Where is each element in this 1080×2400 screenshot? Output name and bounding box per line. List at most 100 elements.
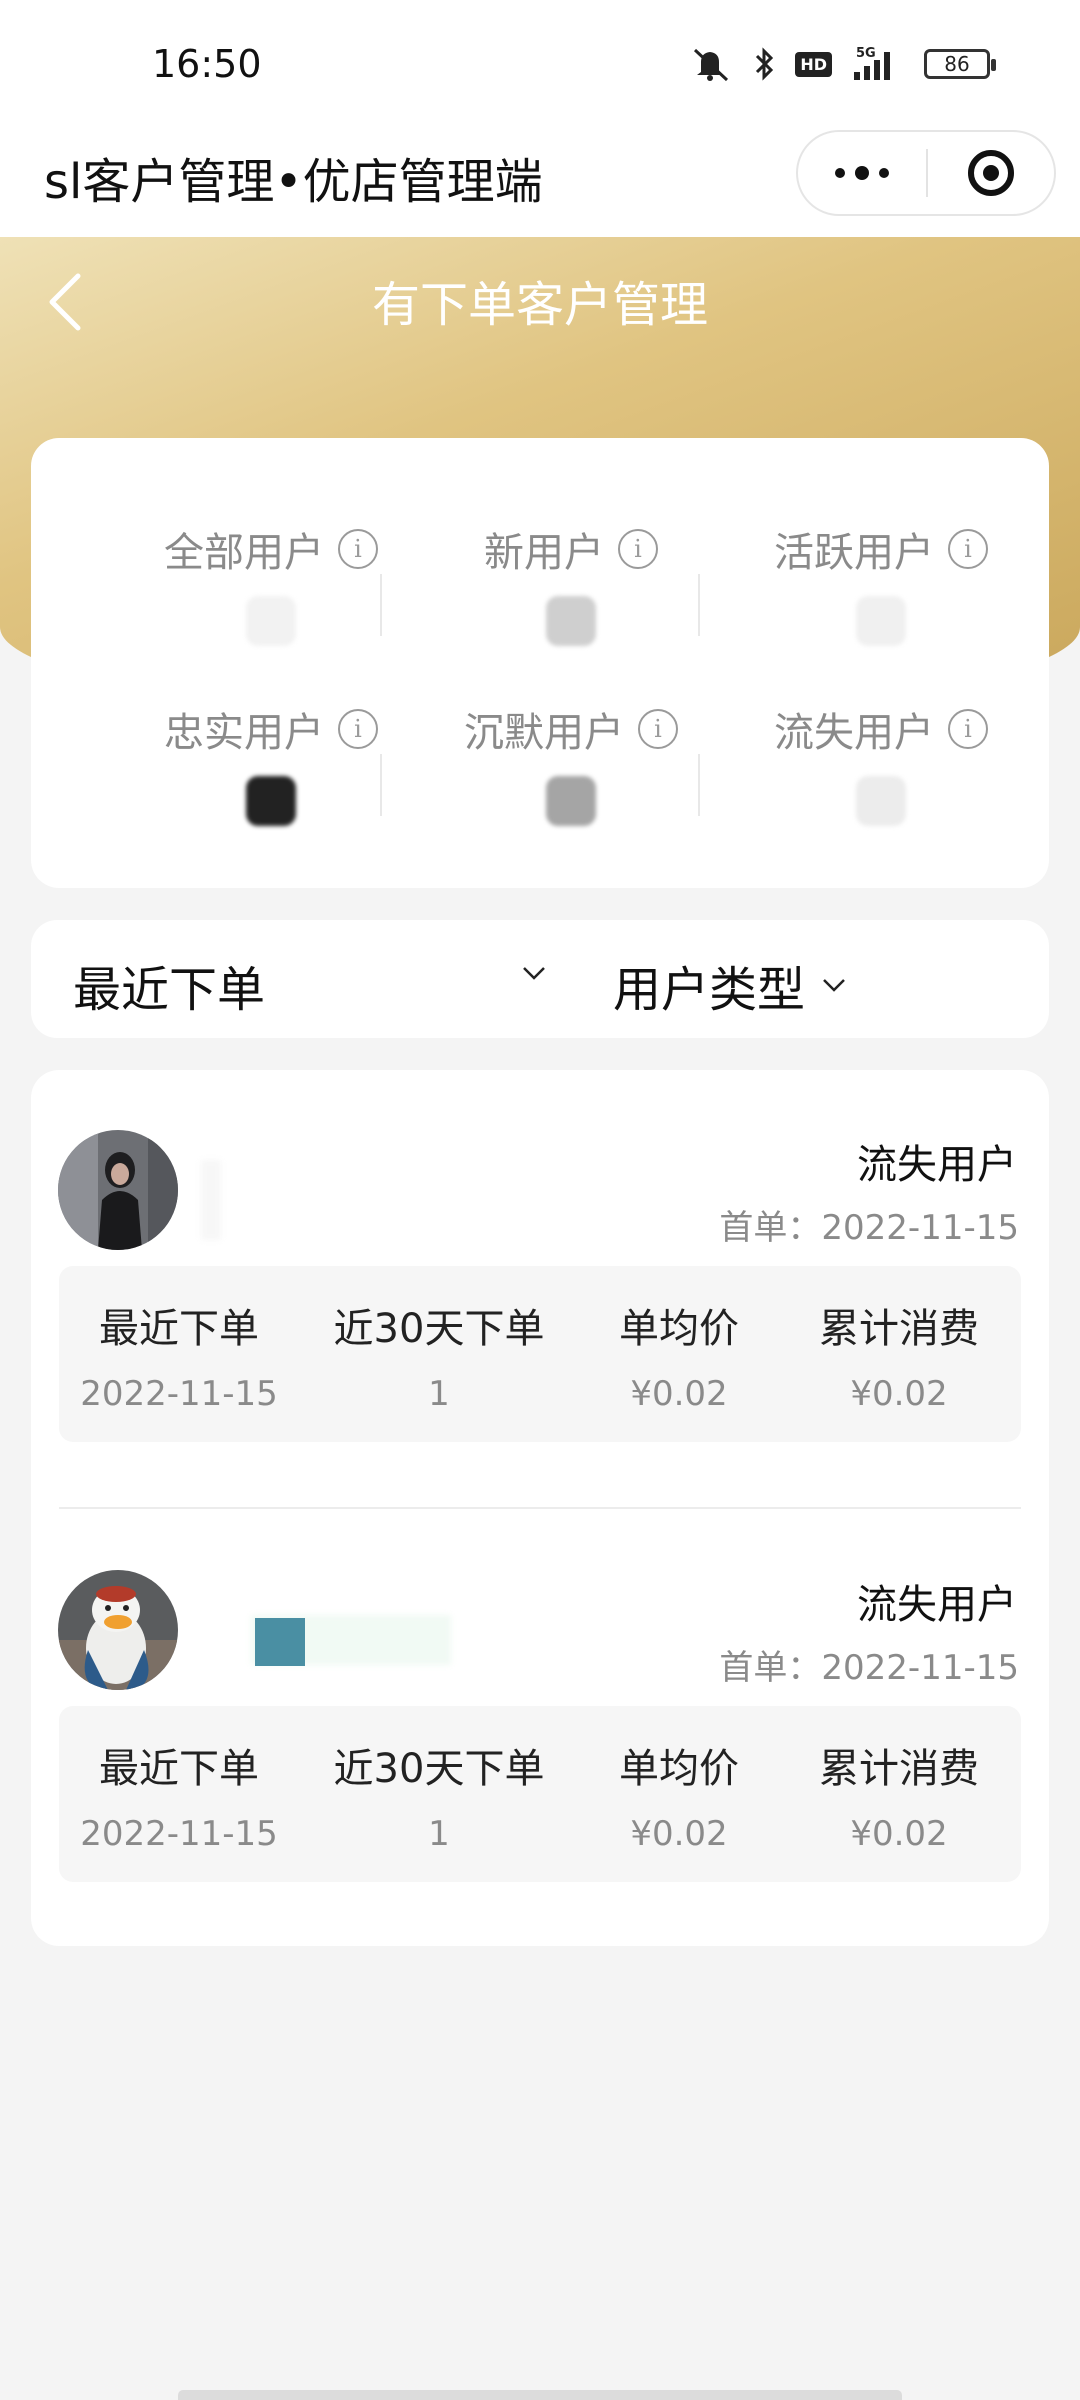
blurred-value — [546, 776, 596, 826]
home-indicator[interactable] — [178, 2390, 902, 2400]
mute-bell-icon — [694, 48, 729, 82]
blurred-value — [856, 596, 906, 646]
stat-label: 忠实用户 — [164, 710, 324, 756]
more-menu-button[interactable] — [798, 132, 926, 214]
chevron-down-icon[interactable] — [521, 960, 547, 986]
metric-label: 累计消费 — [819, 1746, 979, 1792]
divider — [698, 754, 700, 816]
stat-value — [411, 770, 731, 826]
blurred-value — [856, 776, 906, 826]
status-bar: 16:50 HD 5G 86 — [0, 0, 1080, 130]
mini-program-title: sl客户管理•优店管理端 — [44, 154, 543, 210]
mini-program-header: sl客户管理•优店管理端 — [0, 130, 1080, 237]
bluetooth-icon — [756, 47, 774, 81]
metric-label: 近30天下单 — [333, 1746, 545, 1792]
blurred-value — [246, 776, 296, 826]
info-icon[interactable]: i — [618, 529, 658, 569]
stat-value — [111, 590, 431, 646]
name-color-block — [255, 1618, 305, 1666]
stat-active-users[interactable]: 活跃用户 i — [721, 520, 1041, 646]
metric-value: 2022-11-15 — [80, 1814, 278, 1854]
blurred-value — [546, 596, 596, 646]
customer-type: 流失用户 — [857, 1142, 1017, 1188]
metric-value: ¥0.02 — [850, 1374, 948, 1414]
blurred-name — [201, 1160, 221, 1240]
stat-new-users[interactable]: 新用户 i — [411, 520, 731, 646]
metric-last-order: 最近下单 2022-11-15 — [59, 1296, 299, 1414]
user-stats-card: 全部用户 i 新用户 i 活跃用户 i 忠实用户 i 沉默用户 i 流失用户 i — [31, 438, 1049, 888]
info-icon[interactable]: i — [638, 709, 678, 749]
info-icon[interactable]: i — [948, 709, 988, 749]
chevron-down-icon — [823, 979, 845, 992]
stat-loyal-users[interactable]: 忠实用户 i — [111, 700, 431, 826]
filter-bar: 最近下单 用户类型 — [31, 920, 1049, 1038]
signal-icon: 5G — [854, 46, 890, 80]
blurred-value — [246, 596, 296, 646]
stat-value — [721, 590, 1041, 646]
metric-label: 近30天下单 — [333, 1306, 545, 1352]
metric-label: 最近下单 — [99, 1746, 259, 1792]
page-title: 有下单客户管理 — [371, 277, 708, 333]
first-order-date: 首单：2022-11-15 — [719, 1648, 1019, 1688]
stat-label: 流失用户 — [774, 710, 934, 756]
info-icon[interactable]: i — [338, 529, 378, 569]
metric-value: 1 — [428, 1374, 450, 1414]
target-icon — [968, 150, 1014, 196]
metric-label: 单均价 — [619, 1746, 739, 1792]
metric-label: 最近下单 — [99, 1306, 259, 1352]
info-icon[interactable]: i — [338, 709, 378, 749]
customer-item[interactable]: 流失用户 首单：2022-11-15 最近下单 2022-11-15 近30天下… — [31, 1070, 1049, 1490]
stat-label: 全部用户 — [164, 530, 324, 576]
dot-icon — [879, 168, 889, 178]
user-type-dropdown[interactable]: 用户类型 — [613, 950, 847, 1020]
metric-value: 2022-11-15 — [80, 1374, 278, 1414]
row-divider — [59, 1507, 1021, 1509]
customer-metrics: 最近下单 2022-11-15 近30天下单 1 单均价 ¥0.02 累计消费 … — [59, 1266, 1021, 1442]
metric-value: ¥0.02 — [630, 1374, 728, 1414]
stat-value — [721, 770, 1041, 826]
battery-level: 86 — [944, 52, 970, 76]
metric-avg-price: 单均价 ¥0.02 — [579, 1736, 779, 1854]
metric-value: 1 — [428, 1814, 450, 1854]
avatar — [58, 1570, 178, 1690]
metric-last-order: 最近下单 2022-11-15 — [59, 1736, 299, 1854]
hd-badge: HD — [795, 51, 832, 77]
divider — [380, 574, 382, 636]
metric-avg-price: 单均价 ¥0.02 — [579, 1296, 779, 1414]
stat-value — [411, 590, 731, 646]
metric-orders-30d: 近30天下单 1 — [319, 1736, 559, 1854]
status-icons: HD 5G 86 — [689, 44, 996, 84]
customer-item[interactable]: 流失用户 首单：2022-11-15 最近下单 2022-11-15 近30天下… — [31, 1510, 1049, 1930]
avatar — [58, 1130, 178, 1250]
battery-icon: 86 — [924, 49, 996, 79]
metric-orders-30d: 近30天下单 1 — [319, 1296, 559, 1414]
first-order-date: 首单：2022-11-15 — [719, 1208, 1019, 1248]
info-icon[interactable]: i — [948, 529, 988, 569]
stat-silent-users[interactable]: 沉默用户 i — [411, 700, 731, 826]
user-type-label: 用户类型 — [613, 962, 806, 1018]
stat-label: 活跃用户 — [774, 530, 934, 576]
customer-list: 流失用户 首单：2022-11-15 最近下单 2022-11-15 近30天下… — [31, 1070, 1049, 1946]
customer-metrics: 最近下单 2022-11-15 近30天下单 1 单均价 ¥0.02 累计消费 … — [59, 1706, 1021, 1882]
customer-type: 流失用户 — [857, 1582, 1017, 1628]
dot-icon — [835, 168, 845, 178]
stat-all-users[interactable]: 全部用户 i — [111, 520, 431, 646]
metric-label: 单均价 — [619, 1306, 739, 1352]
svg-text:5G: 5G — [856, 46, 876, 61]
stat-value — [111, 770, 431, 826]
dot-icon — [855, 166, 869, 180]
stat-label: 新用户 — [484, 530, 604, 576]
avatar-image — [58, 1570, 178, 1690]
close-mini-program-button[interactable] — [928, 150, 1054, 196]
status-time: 16:50 — [152, 42, 262, 86]
avatar-image — [58, 1130, 178, 1250]
sort-dropdown[interactable]: 最近下单 — [73, 950, 265, 1020]
metric-value: ¥0.02 — [850, 1814, 948, 1854]
stat-churned-users[interactable]: 流失用户 i — [721, 700, 1041, 826]
metric-total-spend: 累计消费 ¥0.02 — [789, 1296, 1009, 1414]
divider — [698, 574, 700, 636]
capsule-menu — [796, 130, 1056, 216]
divider — [380, 754, 382, 816]
metric-total-spend: 累计消费 ¥0.02 — [789, 1736, 1009, 1854]
metric-value: ¥0.02 — [630, 1814, 728, 1854]
